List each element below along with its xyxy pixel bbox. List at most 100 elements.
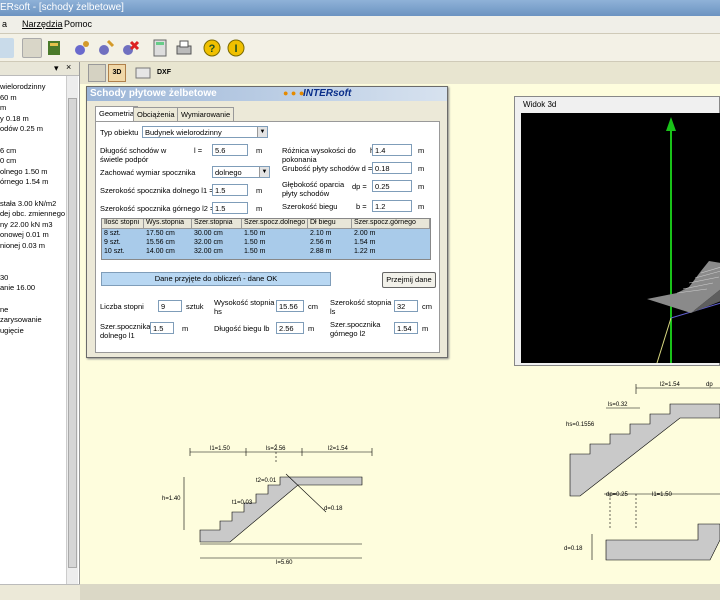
typ-obiektu-label: Typ obiektu bbox=[100, 128, 139, 137]
document-icon[interactable] bbox=[134, 64, 152, 82]
tree-item[interactable]: ny 22.00 kN m3 bbox=[0, 220, 53, 229]
grid-cell[interactable]: 10 szt. bbox=[102, 248, 144, 257]
tree-item[interactable]: y 0.18 m bbox=[0, 114, 29, 123]
delete-icon[interactable] bbox=[120, 38, 140, 58]
tree-item[interactable]: dej obc. zmiennego 0 bbox=[0, 209, 71, 218]
roznica-input[interactable]: 1.4 bbox=[372, 144, 412, 156]
grid-header[interactable]: Wys.stopnia bbox=[144, 219, 192, 229]
tree-item[interactable]: anie 16.00 bbox=[0, 283, 35, 292]
grid-cell[interactable]: 30.00 cm bbox=[192, 230, 242, 239]
grid-cell[interactable]: 8 szt. bbox=[102, 230, 144, 239]
tree-item[interactable]: m bbox=[0, 103, 6, 112]
tree-item[interactable]: 0 cm bbox=[0, 156, 16, 165]
close-panel-icon[interactable]: × bbox=[66, 62, 71, 72]
szer-dol-input[interactable]: 1.5 bbox=[212, 184, 248, 196]
tree-item[interactable]: zarysowanie bbox=[0, 315, 42, 324]
tree-item[interactable]: wielorodzinny bbox=[0, 82, 45, 91]
grid-header[interactable]: Szer.stopnia bbox=[192, 219, 242, 229]
horizontal-scrollbar[interactable] bbox=[80, 584, 720, 600]
tree-item[interactable]: ne bbox=[0, 305, 8, 314]
dim2-hs: hs=0.1556 bbox=[566, 422, 595, 428]
tree-item[interactable]: órnego 1.54 m bbox=[0, 177, 48, 186]
grid-cell[interactable]: 2.10 m bbox=[308, 230, 352, 239]
grid-header[interactable]: Dł biegu bbox=[308, 219, 352, 229]
tree-item[interactable]: 60 m bbox=[0, 93, 17, 102]
grid-header[interactable]: Ilość stopni bbox=[102, 219, 144, 229]
grubosc-unit: m bbox=[418, 164, 425, 173]
liczba-label: Liczba stopni bbox=[100, 302, 144, 311]
tree-item[interactable]: ugięcie bbox=[0, 326, 24, 335]
chevron-down-icon: ▼ bbox=[257, 127, 267, 137]
grid-cell[interactable]: 1.22 m bbox=[352, 248, 430, 257]
grubosc-input[interactable]: 0.18 bbox=[372, 162, 412, 174]
grid-cell[interactable]: 32.00 cm bbox=[192, 248, 242, 257]
view-3d-button[interactable]: 3D bbox=[108, 64, 126, 82]
glebokosc-input[interactable]: 0.25 bbox=[372, 180, 412, 192]
spocz-dol-input[interactable]: 1.5 bbox=[150, 322, 174, 334]
szer-gor-unit: m bbox=[256, 204, 263, 213]
print-icon[interactable] bbox=[174, 38, 194, 58]
scroll-thumb[interactable] bbox=[68, 98, 77, 568]
tree-item[interactable]: olnego 1.50 m bbox=[0, 167, 48, 176]
new-icon[interactable] bbox=[22, 38, 42, 58]
grid-cell[interactable]: 14.00 cm bbox=[144, 248, 192, 257]
grid-cell[interactable]: 1.50 m bbox=[242, 248, 308, 257]
gears-icon[interactable] bbox=[72, 38, 92, 58]
layout-icon[interactable] bbox=[88, 64, 106, 82]
tree-item[interactable]: stała 3.00 kN/m2 bbox=[0, 199, 56, 208]
szer-stopnia-input[interactable]: 32 bbox=[394, 300, 418, 312]
grid-cell[interactable]: 1.54 m bbox=[352, 239, 430, 248]
grid-cell[interactable]: 17.50 cm bbox=[144, 230, 192, 239]
grid-cell[interactable]: 9 szt. bbox=[102, 239, 144, 248]
pin-icon[interactable]: ▾ bbox=[54, 63, 59, 74]
tab-wymiarowanie[interactable]: Wymiarowanie bbox=[177, 107, 235, 121]
tab-obciazenia[interactable]: Obciążenia bbox=[133, 107, 179, 121]
grid-cell[interactable]: 32.00 cm bbox=[192, 239, 242, 248]
wys-stopnia-unit: cm bbox=[308, 302, 318, 311]
help-icon[interactable]: ? bbox=[202, 38, 222, 58]
calculator-icon[interactable] bbox=[150, 38, 170, 58]
grid-header[interactable]: Szer.spocz.górnego bbox=[352, 219, 430, 229]
document-toolbar: 3D DXF bbox=[80, 62, 720, 84]
grid-cell[interactable]: 1.50 m bbox=[242, 230, 308, 239]
szer-gor-input[interactable]: 1.5 bbox=[212, 202, 248, 214]
dialog-title-bar: Schody płytowe żelbetowe ● ● ● INTERsoft bbox=[87, 87, 447, 101]
grid-cell[interactable]: 1.50 m bbox=[242, 239, 308, 248]
info-icon[interactable]: I bbox=[226, 38, 246, 58]
dim2-ls: ls=0.32 bbox=[608, 402, 628, 408]
left-scrollbar[interactable] bbox=[66, 76, 78, 584]
typ-obiektu-select[interactable]: Budynek wielorodzinny ▼ bbox=[142, 126, 268, 138]
grid-header[interactable]: Szer.spocz.dolnego bbox=[242, 219, 308, 229]
spocz-gor-input[interactable]: 1.54 bbox=[394, 322, 418, 334]
main-toolbar: ? I bbox=[0, 34, 720, 62]
tree-item[interactable]: 6 cm bbox=[0, 146, 16, 155]
grid-cell[interactable]: 15.56 cm bbox=[144, 239, 192, 248]
spocz-dol-label: Szer.spocznika dolnego l1 bbox=[100, 322, 151, 340]
tree-item[interactable]: 30 bbox=[0, 273, 8, 282]
tab-geometria[interactable]: Geometria bbox=[95, 106, 139, 121]
szer-dol-label: Szerokość spocznika dolnego l1 = bbox=[100, 186, 214, 195]
book-icon[interactable] bbox=[44, 38, 64, 58]
menu-item-a[interactable]: a bbox=[2, 19, 7, 29]
dlugosc-input[interactable]: 5.6 bbox=[212, 144, 248, 156]
menu-item-pomoc[interactable]: Pomoc bbox=[64, 19, 92, 29]
variants-grid[interactable]: Ilość stopni Wys.stopnia Szer.stopnia Sz… bbox=[101, 218, 431, 260]
grid-cell[interactable]: 2.56 m bbox=[308, 239, 352, 248]
tree-item[interactable]: nionej 0.03 m bbox=[0, 241, 45, 250]
open-icon[interactable] bbox=[0, 38, 14, 58]
menu-item-narzedzia[interactable]: Narzędzia bbox=[22, 19, 63, 29]
szer-biegu-input[interactable]: 1.2 bbox=[372, 200, 412, 212]
przejmij-dane-button[interactable]: Przejmij dane bbox=[382, 272, 436, 288]
tree-item[interactable]: onowej 0.01 m bbox=[0, 230, 49, 239]
grid-cell[interactable]: 2.00 m bbox=[352, 230, 430, 239]
tools-icon[interactable] bbox=[96, 38, 116, 58]
zachowac-select[interactable]: dolnego ▼ bbox=[212, 166, 270, 178]
tree-item[interactable]: odów 0.25 m bbox=[0, 124, 43, 133]
grid-cell[interactable]: 2.88 m bbox=[308, 248, 352, 257]
stairs-dialog: Schody płytowe żelbetowe ● ● ● INTERsoft… bbox=[86, 86, 448, 358]
export-dxf-button[interactable]: DXF bbox=[154, 64, 174, 82]
view-3d-canvas[interactable] bbox=[521, 113, 720, 364]
wys-stopnia-input[interactable]: 15.56 bbox=[276, 300, 304, 312]
dl-biegu-input[interactable]: 2.56 bbox=[276, 322, 304, 334]
liczba-input[interactable]: 9 bbox=[158, 300, 182, 312]
